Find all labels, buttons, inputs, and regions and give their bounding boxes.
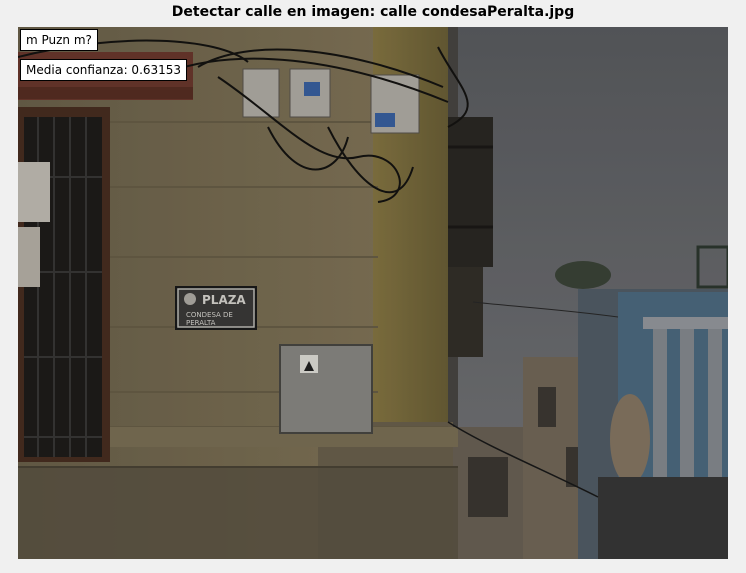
confidence-label: Media confianza: 0.63153	[20, 59, 188, 81]
street-photo: PLAZA CONDESA DE PERALTA	[18, 27, 728, 559]
detection-label: m Puzn m?	[20, 29, 98, 51]
figure-title: Detectar calle en imagen: calle condesaP…	[171, 4, 575, 20]
image-axes: PLAZA CONDESA DE PERALTA m Puzn m? Media…	[18, 27, 728, 559]
